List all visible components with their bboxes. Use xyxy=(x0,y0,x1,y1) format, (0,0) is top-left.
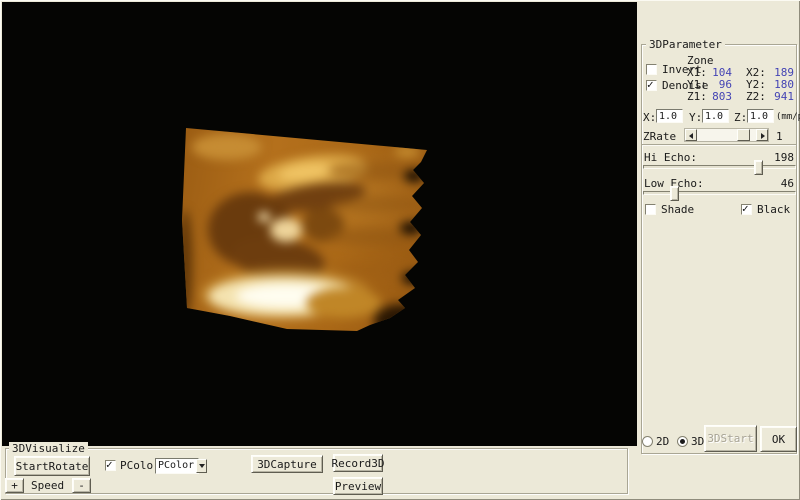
group-title: 3DVisualize xyxy=(9,442,88,455)
3dcapture-button[interactable]: 3DCapture xyxy=(251,455,323,473)
scroll-left-icon xyxy=(689,133,693,139)
zrate-value: 1 xyxy=(776,130,783,143)
record3d-button[interactable]: Record3D xyxy=(332,454,385,472)
zrate-label: ZRate xyxy=(643,130,677,143)
panel-3dvisualize: 3DVisualize StartRotate + Speed - PColor… xyxy=(5,442,628,495)
scale-y-label: Y: xyxy=(689,111,703,124)
ok-button[interactable]: OK xyxy=(760,426,797,452)
zrate-thumb[interactable] xyxy=(737,129,750,141)
scale-x-label: X: xyxy=(643,111,657,124)
shade-label: Shade xyxy=(661,203,695,216)
low-echo-value: 46 xyxy=(780,177,794,190)
group-title: 3DParameter xyxy=(646,38,725,51)
scale-unit-label: (mm/p) xyxy=(776,112,800,122)
denoise-checkbox[interactable] xyxy=(646,80,657,91)
hi-echo-value: 198 xyxy=(774,151,794,164)
low-echo-thumb[interactable] xyxy=(670,186,679,201)
shade-checkbox[interactable] xyxy=(645,204,656,215)
hi-echo-thumb[interactable] xyxy=(754,160,763,175)
pcolor-checkbox[interactable] xyxy=(105,460,116,471)
mode-2d-label: 2D xyxy=(656,435,670,448)
mode-3d-label: 3D xyxy=(691,435,705,448)
3dstart-button[interactable]: 3DStart xyxy=(704,425,757,452)
invert-checkbox[interactable] xyxy=(646,64,657,75)
zone-z2-label: Z2: xyxy=(746,90,766,103)
mode-3d-radio[interactable] xyxy=(677,436,688,447)
ultrasound-volume-render[interactable] xyxy=(182,128,427,331)
render-viewport[interactable] xyxy=(2,2,637,446)
start-rotate-button[interactable]: StartRotate xyxy=(14,456,90,476)
preview-button[interactable]: Preview xyxy=(333,477,383,495)
scroll-right-icon xyxy=(761,133,765,139)
speed-minus-button[interactable]: - xyxy=(72,478,91,493)
chevron-down-icon xyxy=(199,464,206,468)
black-label: Black xyxy=(757,203,791,216)
separator-line xyxy=(642,144,796,146)
pcolor-selected-value: PColor xyxy=(158,460,195,471)
hi-echo-label: Hi Echo: xyxy=(644,151,697,164)
pcolor-label: PColor xyxy=(120,459,160,472)
low-echo-slider[interactable] xyxy=(643,186,796,201)
panel-3dparameter: 3DParameter Invert Denoise Zone X1: 104 … xyxy=(641,38,800,454)
speed-plus-button[interactable]: + xyxy=(5,478,24,493)
pcolor-select[interactable]: PColor xyxy=(155,458,208,474)
application-window: 3DParameter Invert Denoise Zone X1: 104 … xyxy=(0,0,800,500)
check-icon xyxy=(742,202,749,215)
black-checkbox[interactable] xyxy=(741,204,752,215)
scroll-right-button[interactable] xyxy=(756,129,768,141)
zrate-track[interactable] xyxy=(697,129,756,141)
check-icon xyxy=(647,78,654,91)
mode-2d-radio[interactable] xyxy=(642,436,653,447)
zone-z2-value: 941 xyxy=(774,90,794,103)
scroll-left-button[interactable] xyxy=(685,129,697,141)
dropdown-button[interactable] xyxy=(196,459,208,473)
volume-texture-layers xyxy=(182,128,427,331)
zone-z1-label: Z1: xyxy=(687,90,707,103)
scale-z-input[interactable] xyxy=(747,109,774,123)
zrate-scrollbar[interactable] xyxy=(684,128,769,142)
check-icon xyxy=(106,458,113,471)
scale-y-input[interactable] xyxy=(702,109,729,123)
speed-label: Speed xyxy=(31,479,65,492)
zone-z1-value: 803 xyxy=(712,90,732,103)
hi-echo-slider[interactable] xyxy=(643,160,796,175)
scale-z-label: Z: xyxy=(734,111,748,124)
scale-x-input[interactable] xyxy=(656,109,683,123)
